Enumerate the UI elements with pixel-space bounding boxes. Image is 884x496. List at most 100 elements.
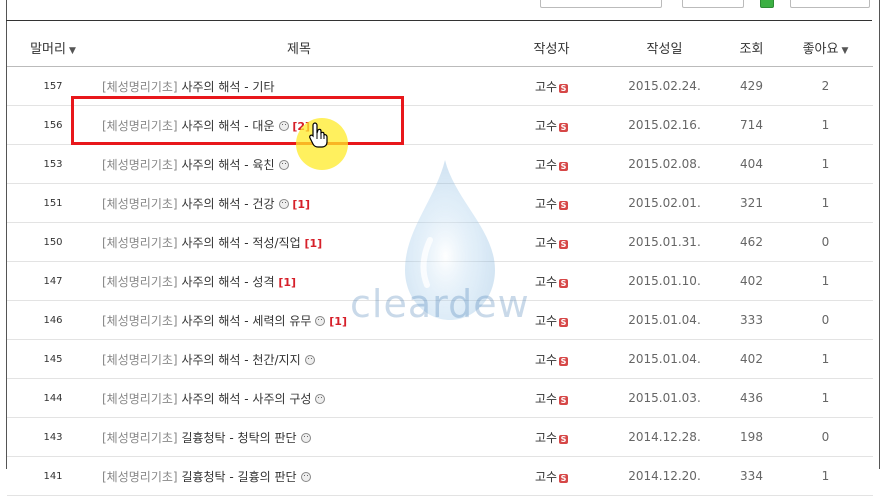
title-cell[interactable]: [체성명리기초] 사주의 해석 - 적성/직업 [1] <box>99 222 499 262</box>
author-cell[interactable]: 고수 S <box>499 339 604 379</box>
post-date: 2015.01.04. <box>604 300 725 340</box>
title-cell[interactable]: [체성명리기초] 사주의 해석 - 기타 <box>99 66 499 106</box>
title-cell[interactable]: [체성명리기초] 사주의 해석 - 대운 [2] <box>99 105 499 145</box>
post-category[interactable]: [체성명리기초] <box>102 314 178 328</box>
title-cell[interactable]: [체성명리기초] 사주의 해석 - 천간/지지 <box>99 339 499 379</box>
post-number: 143 <box>7 417 99 457</box>
like-count: 1 <box>778 105 873 145</box>
post-category[interactable]: [체성명리기초] <box>102 236 178 250</box>
toolbar-control[interactable] <box>682 0 744 8</box>
author-cell[interactable]: 고수 S <box>499 144 604 184</box>
comment-count[interactable]: [1] <box>292 198 310 211</box>
author-name[interactable]: 고수 <box>535 158 557 172</box>
col-likes-label: 좋아요 <box>802 41 839 57</box>
table-row[interactable]: 143 [체성명리기초] 길흉청탁 - 청탁의 판단 고수 S 2014.12.28. 1… <box>7 417 873 457</box>
title-cell[interactable]: [체성명리기초] 사주의 해석 - 성격 [1] <box>99 261 499 301</box>
title-cell[interactable]: [체성명리기초] 사주의 해석 - 건강 [1] <box>99 183 499 223</box>
col-title-header: 제목 <box>99 28 499 67</box>
post-number: 145 <box>7 339 99 379</box>
author-name[interactable]: 고수 <box>535 80 557 94</box>
post-category[interactable]: [체성명리기초] <box>102 392 178 406</box>
emoticon-icon <box>278 198 289 209</box>
post-category[interactable]: [체성명리기초] <box>102 353 178 367</box>
post-title-link[interactable]: 사주의 해석 - 기타 <box>181 80 274 94</box>
title-cell[interactable]: [체성명리기초] 사주의 해석 - 육친 <box>99 144 499 184</box>
table-row[interactable]: 153 [체성명리기초] 사주의 해석 - 육친 고수 S 2015.02.08. 404… <box>7 144 873 184</box>
post-title-link[interactable]: 길흉청탁 - 청탁의 판단 <box>181 431 296 445</box>
post-title-link[interactable]: 사주의 해석 - 천간/지지 <box>181 353 300 367</box>
author-name[interactable]: 고수 <box>535 431 557 445</box>
post-category[interactable]: [체성명리기초] <box>102 197 178 211</box>
like-count: 1 <box>778 144 873 184</box>
top-toolbar <box>540 0 870 8</box>
table-row[interactable]: 141 [체성명리기초] 길흉청탁 - 길흉의 판단 고수 S 2014.12.20. 3… <box>7 456 873 496</box>
table-row[interactable]: 146 [체성명리기초] 사주의 해석 - 세력의 유무 [1] 고수 S 2015.0… <box>7 300 873 340</box>
post-category[interactable]: [체성명리기초] <box>102 275 178 289</box>
author-cell[interactable]: 고수 S <box>499 456 604 496</box>
post-title-link[interactable]: 사주의 해석 - 대운 <box>181 119 274 133</box>
col-prefix-header[interactable]: 말머리 ▼ <box>7 28 99 67</box>
post-date: 2015.01.04. <box>604 339 725 379</box>
col-likes-header[interactable]: 좋아요 ▼ <box>778 28 873 67</box>
table-row[interactable]: 147 [체성명리기초] 사주의 해석 - 성격 [1] 고수 S 2015.01.10… <box>7 261 873 301</box>
author-name[interactable]: 고수 <box>535 236 557 250</box>
table-row[interactable]: 144 [체성명리기초] 사주의 해석 - 사주의 구성 고수 S 2015.01.03… <box>7 378 873 418</box>
author-cell[interactable]: 고수 S <box>499 300 604 340</box>
green-toggle-icon[interactable] <box>760 0 774 8</box>
staff-badge-icon: S <box>559 473 569 483</box>
post-title-link[interactable]: 길흉청탁 - 길흉의 판단 <box>181 470 296 484</box>
like-count: 1 <box>778 456 873 496</box>
staff-badge-icon: S <box>559 317 569 327</box>
author-cell[interactable]: 고수 S <box>499 66 604 106</box>
view-count: 462 <box>725 222 778 262</box>
author-name[interactable]: 고수 <box>535 470 557 484</box>
author-name[interactable]: 고수 <box>535 392 557 406</box>
author-name[interactable]: 고수 <box>535 275 557 289</box>
toolbar-select[interactable] <box>790 0 870 8</box>
author-name[interactable]: 고수 <box>535 119 557 133</box>
table-row[interactable]: 150 [체성명리기초] 사주의 해석 - 적성/직업 [1] 고수 S 2015.01… <box>7 222 873 262</box>
author-cell[interactable]: 고수 S <box>499 261 604 301</box>
post-title-link[interactable]: 사주의 해석 - 사주의 구성 <box>181 392 311 406</box>
title-cell[interactable]: [체성명리기초] 길흉청탁 - 길흉의 판단 <box>99 456 499 496</box>
post-title-link[interactable]: 사주의 해석 - 성격 <box>181 275 274 289</box>
post-category[interactable]: [체성명리기초] <box>102 158 178 172</box>
author-name[interactable]: 고수 <box>535 314 557 328</box>
author-cell[interactable]: 고수 S <box>499 183 604 223</box>
author-cell[interactable]: 고수 S <box>499 378 604 418</box>
author-cell[interactable]: 고수 S <box>499 417 604 457</box>
comment-count[interactable]: [1] <box>304 237 322 250</box>
post-category[interactable]: [체성명리기초] <box>102 80 178 94</box>
title-cell[interactable]: [체성명리기초] 길흉청탁 - 청탁의 판단 <box>99 417 499 457</box>
table-row[interactable]: 151 [체성명리기초] 사주의 해석 - 건강 [1] 고수 S 2015.02.01… <box>7 183 873 223</box>
staff-badge-icon: S <box>559 434 569 444</box>
staff-badge-icon: S <box>559 395 569 405</box>
post-category[interactable]: [체성명리기초] <box>102 119 178 133</box>
post-title-link[interactable]: 사주의 해석 - 적성/직업 <box>181 236 300 250</box>
col-author-header: 작성자 <box>499 28 604 67</box>
col-views-label: 조회 <box>739 41 764 57</box>
post-category[interactable]: [체성명리기초] <box>102 470 178 484</box>
table-row[interactable]: 145 [체성명리기초] 사주의 해석 - 천간/지지 고수 S 2015.01.04.… <box>7 339 873 379</box>
toolbar-control[interactable] <box>540 0 662 8</box>
table-row[interactable]: 157 [체성명리기초] 사주의 해석 - 기타 고수 S 2015.02.24. 429… <box>7 66 873 106</box>
emoticon-icon <box>278 159 289 170</box>
post-number: 144 <box>7 378 99 418</box>
view-count: 714 <box>725 105 778 145</box>
author-name[interactable]: 고수 <box>535 353 557 367</box>
table-row[interactable]: 156 [체성명리기초] 사주의 해석 - 대운 [2] 고수 S 2015.02.16… <box>7 105 873 145</box>
comment-count[interactable]: [2] <box>292 120 310 133</box>
author-cell[interactable]: 고수 S <box>499 222 604 262</box>
col-author-label: 작성자 <box>533 41 570 57</box>
post-title-link[interactable]: 사주의 해석 - 건강 <box>181 197 274 211</box>
author-cell[interactable]: 고수 S <box>499 105 604 145</box>
author-name[interactable]: 고수 <box>535 197 557 211</box>
comment-count[interactable]: [1] <box>278 276 296 289</box>
comment-count[interactable]: [1] <box>329 315 347 328</box>
post-category[interactable]: [체성명리기초] <box>102 431 178 445</box>
title-cell[interactable]: [체성명리기초] 사주의 해석 - 세력의 유무 [1] <box>99 300 499 340</box>
col-title-label: 제목 <box>287 41 311 57</box>
post-title-link[interactable]: 사주의 해석 - 세력의 유무 <box>181 314 311 328</box>
post-title-link[interactable]: 사주의 해석 - 육친 <box>181 158 274 172</box>
title-cell[interactable]: [체성명리기초] 사주의 해석 - 사주의 구성 <box>99 378 499 418</box>
